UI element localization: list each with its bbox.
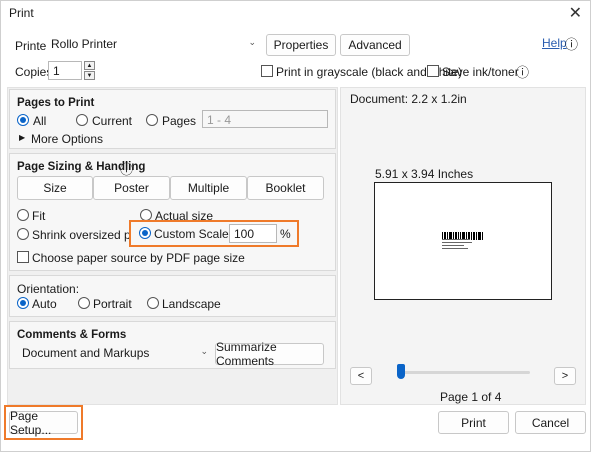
label-text-lines bbox=[442, 239, 474, 249]
copies-down-icon[interactable]: ▼ bbox=[84, 71, 95, 80]
advanced-button[interactable]: Advanced bbox=[340, 34, 410, 56]
radio-landscape[interactable] bbox=[147, 297, 159, 309]
properties-button[interactable]: Properties bbox=[266, 34, 336, 56]
help-icon[interactable]: ⓘ bbox=[565, 34, 578, 53]
radio-fit[interactable] bbox=[17, 209, 29, 221]
paper-size-label: 5.91 x 3.94 Inches bbox=[375, 167, 474, 181]
title-bar: Print ✕ bbox=[1, 1, 590, 25]
radio-custom-scale-label: Custom Scale: bbox=[154, 227, 233, 241]
comments-select[interactable]: Document and Markups ⌄ bbox=[17, 343, 213, 363]
save-ink-label: Save ink/toner bbox=[442, 65, 519, 79]
next-page-button[interactable]: > bbox=[554, 367, 576, 385]
tab-poster[interactable]: Poster bbox=[93, 176, 170, 200]
radio-all[interactable] bbox=[17, 114, 29, 126]
print-dialog: Print ✕ Printer: Rollo Printer ⌄ Propert… bbox=[0, 0, 591, 452]
comments-heading: Comments & Forms bbox=[17, 329, 127, 341]
radio-auto-label: Auto bbox=[32, 297, 57, 311]
page-indicator: Page 1 of 4 bbox=[440, 390, 502, 404]
tab-booklet[interactable]: Booklet bbox=[247, 176, 324, 200]
percent-label: % bbox=[280, 227, 291, 241]
page-preview bbox=[374, 182, 552, 300]
close-icon[interactable]: ✕ bbox=[569, 3, 582, 23]
radio-portrait[interactable] bbox=[78, 297, 90, 309]
copies-up-icon[interactable]: ▲ bbox=[84, 61, 95, 70]
pages-range-input[interactable]: 1 - 4 bbox=[202, 110, 328, 128]
print-button[interactable]: Print bbox=[438, 411, 509, 434]
orientation-panel: Orientation: Auto Portrait Landscape bbox=[9, 275, 336, 317]
radio-landscape-label: Landscape bbox=[162, 297, 221, 311]
grayscale-checkbox[interactable] bbox=[261, 65, 273, 77]
page-sizing-panel: Page Sizing & Handling ⓘ Size Poster Mul… bbox=[9, 153, 336, 271]
radio-current-label: Current bbox=[92, 114, 133, 128]
radio-portrait-label: Portrait bbox=[93, 297, 132, 311]
pages-heading: Pages to Print bbox=[17, 97, 95, 109]
printer-select[interactable]: Rollo Printer ⌄ bbox=[46, 34, 261, 54]
paper-source-checkbox[interactable] bbox=[17, 251, 29, 263]
prev-page-button[interactable]: < bbox=[350, 367, 372, 385]
radio-pages[interactable] bbox=[146, 114, 158, 126]
summarize-comments-button[interactable]: Summarize Comments bbox=[215, 340, 324, 368]
custom-scale-input[interactable]: 100 bbox=[229, 224, 277, 243]
radio-custom-scale[interactable] bbox=[139, 227, 151, 239]
window-title: Print bbox=[9, 6, 34, 20]
pages-to-print-panel: Pages to Print All Current Pages 1 - 4 ▶… bbox=[9, 89, 336, 149]
info-icon[interactable]: ⓘ bbox=[516, 62, 529, 81]
radio-shrink[interactable] bbox=[17, 228, 29, 240]
barcode-icon bbox=[442, 229, 483, 240]
radio-auto[interactable] bbox=[17, 297, 29, 309]
printer-value: Rollo Printer bbox=[51, 37, 118, 51]
tab-size[interactable]: Size bbox=[17, 176, 93, 200]
page-slider-thumb[interactable] bbox=[397, 364, 405, 379]
help-link[interactable]: Help bbox=[542, 36, 567, 50]
radio-current[interactable] bbox=[76, 114, 88, 126]
cancel-button[interactable]: Cancel bbox=[515, 411, 586, 434]
page-setup-button[interactable]: Page Setup... bbox=[9, 409, 78, 437]
save-ink-checkbox[interactable] bbox=[427, 65, 439, 77]
tab-multiple[interactable]: Multiple bbox=[170, 176, 247, 200]
radio-fit-label: Fit bbox=[32, 209, 46, 223]
page-slider-track[interactable] bbox=[400, 371, 530, 374]
document-size-label: Document: 2.2 x 1.2in bbox=[350, 92, 467, 106]
chevron-down-icon: ⌄ bbox=[200, 346, 208, 356]
orientation-heading: Orientation: bbox=[17, 282, 80, 296]
more-options-link[interactable]: More Options bbox=[31, 132, 103, 146]
expand-triangle-icon[interactable]: ▶ bbox=[19, 133, 25, 142]
radio-all-label: All bbox=[33, 114, 47, 128]
paper-source-label: Choose paper source by PDF page size bbox=[32, 251, 245, 265]
radio-pages-label: Pages bbox=[162, 114, 197, 128]
chevron-down-icon: ⌄ bbox=[248, 37, 256, 47]
copies-input[interactable]: 1 bbox=[48, 61, 82, 80]
comments-forms-panel: Comments & Forms Document and Markups ⌄ … bbox=[9, 321, 336, 369]
